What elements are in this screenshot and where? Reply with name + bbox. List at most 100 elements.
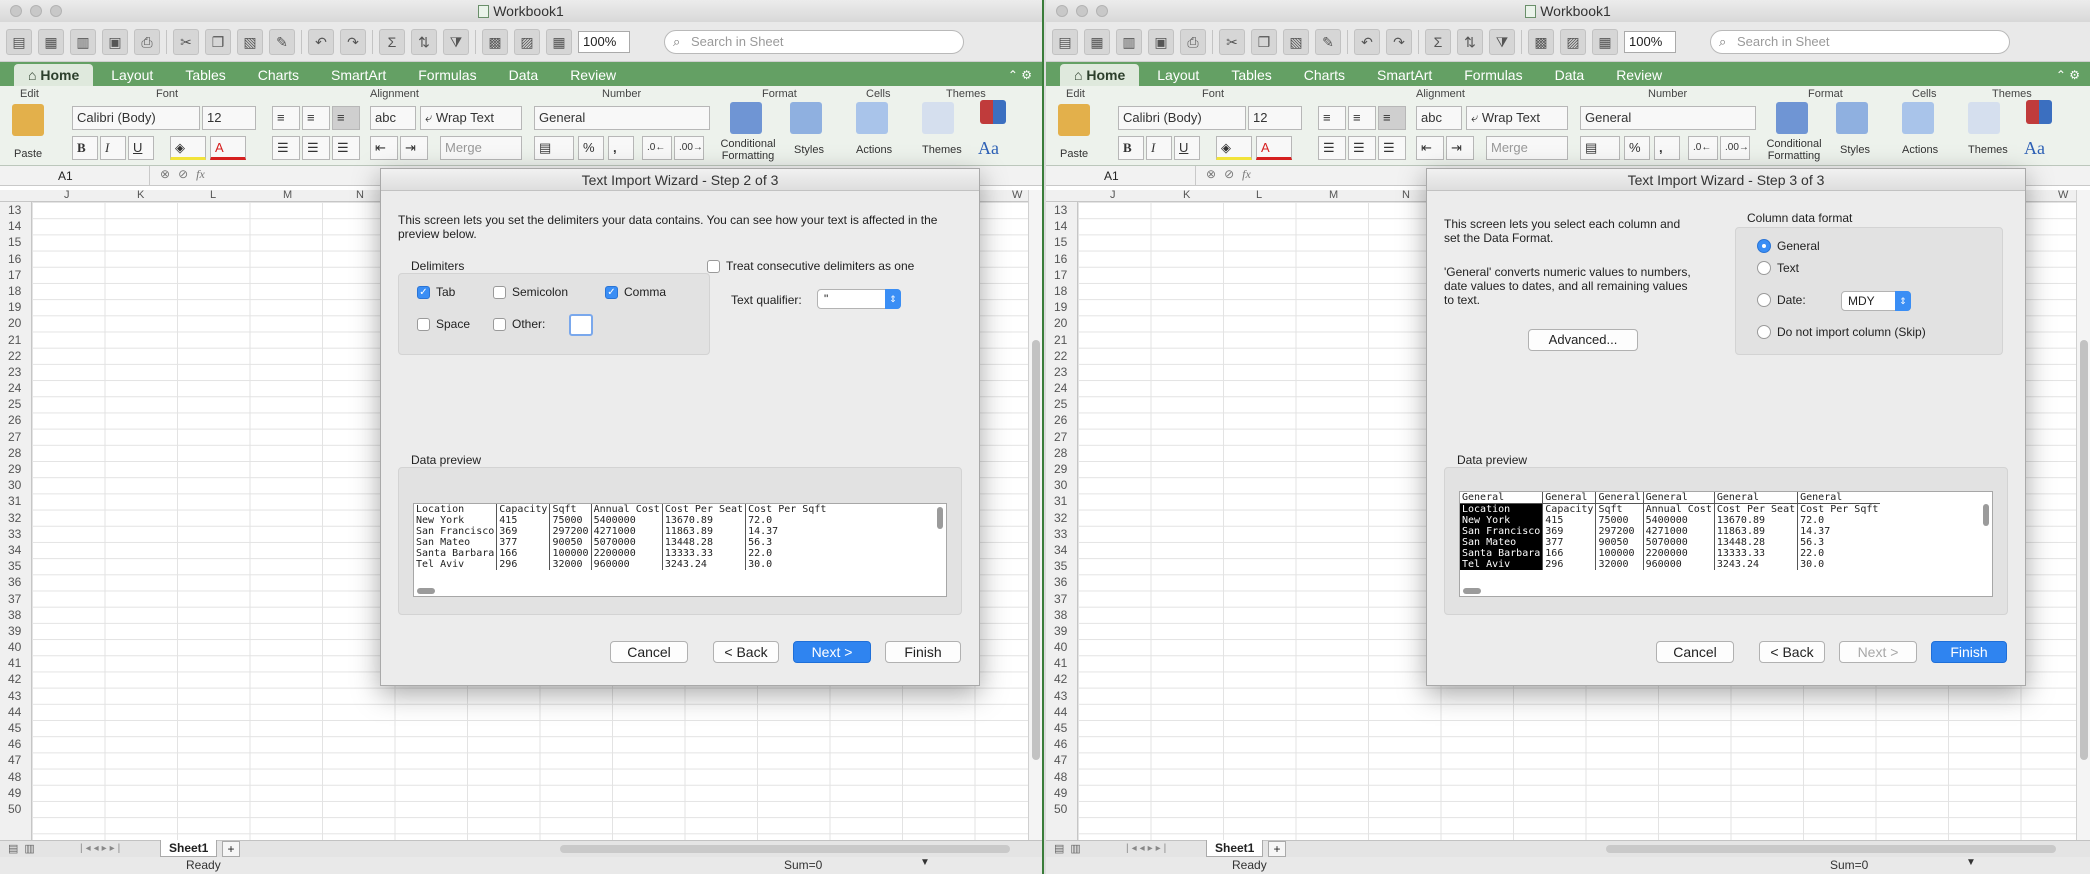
font-size-select[interactable]: 12 xyxy=(1248,106,1302,130)
wrap-text-button[interactable]: ⤶ Wrap Text xyxy=(1466,106,1568,130)
confirm-icon[interactable]: ⊘ xyxy=(178,167,188,181)
row-header[interactable]: 33 xyxy=(0,526,31,542)
row-header[interactable]: 24 xyxy=(1046,380,1077,396)
sheet-navigation-arrows[interactable]: |◂◂▸▸| xyxy=(80,843,123,854)
increase-decimal-button[interactable]: .0← xyxy=(642,136,672,160)
filter-icon[interactable]: ⧩ xyxy=(1489,28,1515,55)
name-box[interactable]: A1 xyxy=(0,166,150,186)
copy-icon[interactable]: ❐ xyxy=(1251,28,1277,55)
next-button[interactable]: Next > xyxy=(1839,641,1917,663)
data-preview-table[interactable]: Location Capacity Sqft Annual Cost Cost Per … xyxy=(413,503,947,597)
tab-tables[interactable]: Tables xyxy=(171,64,239,86)
cancel-button[interactable]: Cancel xyxy=(1656,641,1734,663)
increase-indent-button[interactable]: ⇥ xyxy=(1446,136,1474,160)
row-header[interactable]: 41 xyxy=(1046,655,1077,671)
column-header-w[interactable]: W xyxy=(2058,189,2068,201)
sort-icon[interactable]: ⇅ xyxy=(411,28,437,55)
row-header[interactable]: 37 xyxy=(1046,591,1077,607)
font-size-select[interactable]: 12 xyxy=(202,106,256,130)
percent-button[interactable]: % xyxy=(1624,136,1650,160)
cut-icon[interactable]: ✂ xyxy=(1219,28,1245,55)
decrease-decimal-button[interactable]: .00→ xyxy=(674,136,704,160)
status-menu-icon[interactable]: ▼ xyxy=(1966,857,1976,868)
align-bottom-button[interactable]: ≡ xyxy=(332,106,360,130)
view-mode-icons[interactable]: ▤▥ xyxy=(8,842,41,855)
font-color-button[interactable]: A xyxy=(210,136,246,160)
row-header[interactable]: 29 xyxy=(1046,461,1077,477)
conditional-formatting-icon[interactable] xyxy=(1776,102,1808,134)
search-input[interactable]: ⌕ Search in Sheet xyxy=(664,29,964,54)
tab-data[interactable]: Data xyxy=(495,64,553,86)
zoom-field[interactable]: 100% xyxy=(1624,30,1676,53)
preview-format-cell[interactable]: General xyxy=(1713,492,1798,504)
row-header[interactable]: 34 xyxy=(0,542,31,558)
align-middle-button[interactable]: ≡ xyxy=(1348,106,1376,130)
row-header[interactable]: 18 xyxy=(1046,283,1077,299)
autosum-icon[interactable]: Σ xyxy=(1425,28,1451,55)
text-radio[interactable]: Text xyxy=(1757,261,1799,275)
row-header[interactable]: 20 xyxy=(0,315,31,331)
add-sheet-button[interactable]: + xyxy=(1268,841,1286,857)
row-header[interactable]: 23 xyxy=(1046,364,1077,380)
ribbon-options-icon[interactable]: ⌃ ⚙ xyxy=(2046,68,2090,86)
align-left-button[interactable]: ☰ xyxy=(272,136,300,160)
paste-icon[interactable]: ▧ xyxy=(237,28,263,55)
preview-format-row[interactable]: General General General General General Gener… xyxy=(1460,492,1881,504)
add-sheet-button[interactable]: + xyxy=(222,841,240,857)
underline-button[interactable]: U xyxy=(1174,136,1200,160)
horizontal-scrollbar[interactable] xyxy=(560,845,1010,853)
cancel-icon[interactable]: ⊗ xyxy=(160,167,170,181)
align-center-button[interactable]: ☰ xyxy=(302,136,330,160)
number-format-select[interactable]: General xyxy=(1580,106,1756,130)
copy-icon[interactable]: ❐ xyxy=(205,28,231,55)
back-button[interactable]: < Back xyxy=(713,641,779,663)
decrease-indent-button[interactable]: ⇤ xyxy=(1416,136,1444,160)
tab-home[interactable]: ⌂ Home xyxy=(14,64,94,86)
row-header[interactable]: 23 xyxy=(0,364,31,380)
row-header[interactable]: 35 xyxy=(0,558,31,574)
redo-icon[interactable]: ↷ xyxy=(340,28,366,55)
row-header[interactable]: 37 xyxy=(0,591,31,607)
row-header[interactable]: 44 xyxy=(0,704,31,720)
styles-icon[interactable] xyxy=(790,102,822,134)
preview-format-cell[interactable]: General xyxy=(1642,492,1715,504)
sheet-tab[interactable]: Sheet1 xyxy=(1206,840,1264,857)
scroll-thumb[interactable] xyxy=(2080,340,2088,760)
tab-data[interactable]: Data xyxy=(1541,64,1599,86)
row-header[interactable]: 36 xyxy=(0,574,31,590)
semicolon-checkbox[interactable]: Semicolon xyxy=(493,285,568,299)
row-header[interactable]: 30 xyxy=(1046,477,1077,493)
row-header[interactable]: 26 xyxy=(1046,412,1077,428)
merge-button[interactable]: Merge xyxy=(440,136,522,160)
row-header[interactable]: 32 xyxy=(0,510,31,526)
preview-format-cell[interactable]: General xyxy=(1797,492,1881,504)
align-right-button[interactable]: ☰ xyxy=(1378,136,1406,160)
row-header[interactable]: 48 xyxy=(1046,769,1077,785)
font-name-select[interactable]: Calibri (Body) xyxy=(1118,106,1246,130)
decrease-decimal-button[interactable]: .00→ xyxy=(1720,136,1750,160)
tab-charts[interactable]: Charts xyxy=(1290,64,1359,86)
date-format-select[interactable]: MDY ⇕ xyxy=(1841,291,1911,311)
next-button[interactable]: Next > xyxy=(793,641,871,663)
column-header-k[interactable]: K xyxy=(137,189,144,201)
row-header[interactable]: 21 xyxy=(1046,332,1077,348)
row-header[interactable]: 29 xyxy=(0,461,31,477)
align-bottom-button[interactable]: ≡ xyxy=(1378,106,1406,130)
comma-style-button[interactable]: , xyxy=(608,136,634,160)
row-header[interactable]: 22 xyxy=(0,348,31,364)
row-header[interactable]: 38 xyxy=(1046,607,1077,623)
row-header[interactable]: 36 xyxy=(1046,574,1077,590)
new-document-icon[interactable]: ▤ xyxy=(1052,28,1078,55)
row-header[interactable]: 30 xyxy=(0,477,31,493)
tab-layout[interactable]: Layout xyxy=(97,64,167,86)
templates-icon[interactable]: ▦ xyxy=(1084,28,1110,55)
cut-icon[interactable]: ✂ xyxy=(173,28,199,55)
row-header[interactable]: 40 xyxy=(0,639,31,655)
orientation-button[interactable]: abc xyxy=(1416,106,1462,130)
redo-icon[interactable]: ↷ xyxy=(1386,28,1412,55)
preview-format-cell[interactable]: General xyxy=(1460,492,1543,504)
row-header[interactable]: 45 xyxy=(1046,720,1077,736)
fx-icon[interactable]: fx xyxy=(1242,167,1251,181)
row-header[interactable]: 16 xyxy=(1046,251,1077,267)
toolbox-icon[interactable]: ▨ xyxy=(514,28,540,55)
